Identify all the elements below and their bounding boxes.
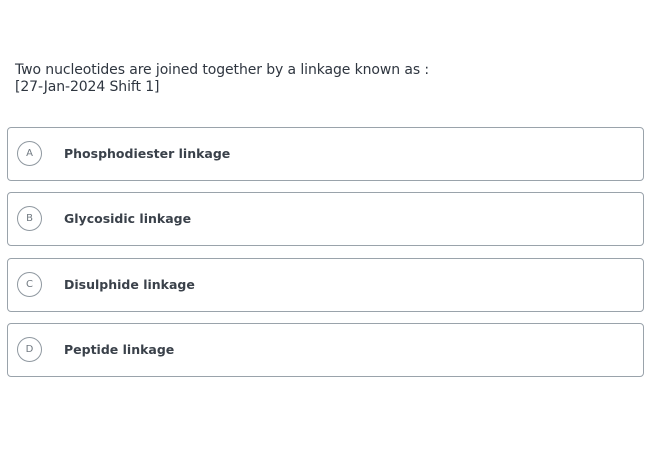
option-label: Phosphodiester linkage — [64, 146, 231, 161]
option-d[interactable]: D Peptide linkage — [7, 322, 644, 377]
option-letter-badge: B — [17, 206, 42, 232]
option-letter-badge: C — [17, 271, 42, 297]
option-label: Peptide linkage — [64, 341, 175, 357]
question-text: Two nucleotides are joined together by a… — [15, 62, 635, 96]
option-b[interactable]: B Glycosidic linkage — [7, 192, 644, 247]
option-letter-badge: A — [17, 141, 42, 166]
question-stem: Two nucleotides are joined together by a… — [15, 62, 429, 78]
option-label: Disulphide linkage — [64, 276, 195, 292]
option-a[interactable]: A Phosphodiester linkage — [7, 127, 644, 181]
option-label: Glycosidic linkage — [64, 211, 192, 227]
option-letter-badge: D — [17, 336, 42, 362]
options-list: A Phosphodiester linkage B Glycosidic li… — [7, 127, 644, 388]
question-source: [27-Jan-2024 Shift 1] — [15, 79, 160, 95]
option-c[interactable]: C Disulphide linkage — [7, 257, 644, 312]
